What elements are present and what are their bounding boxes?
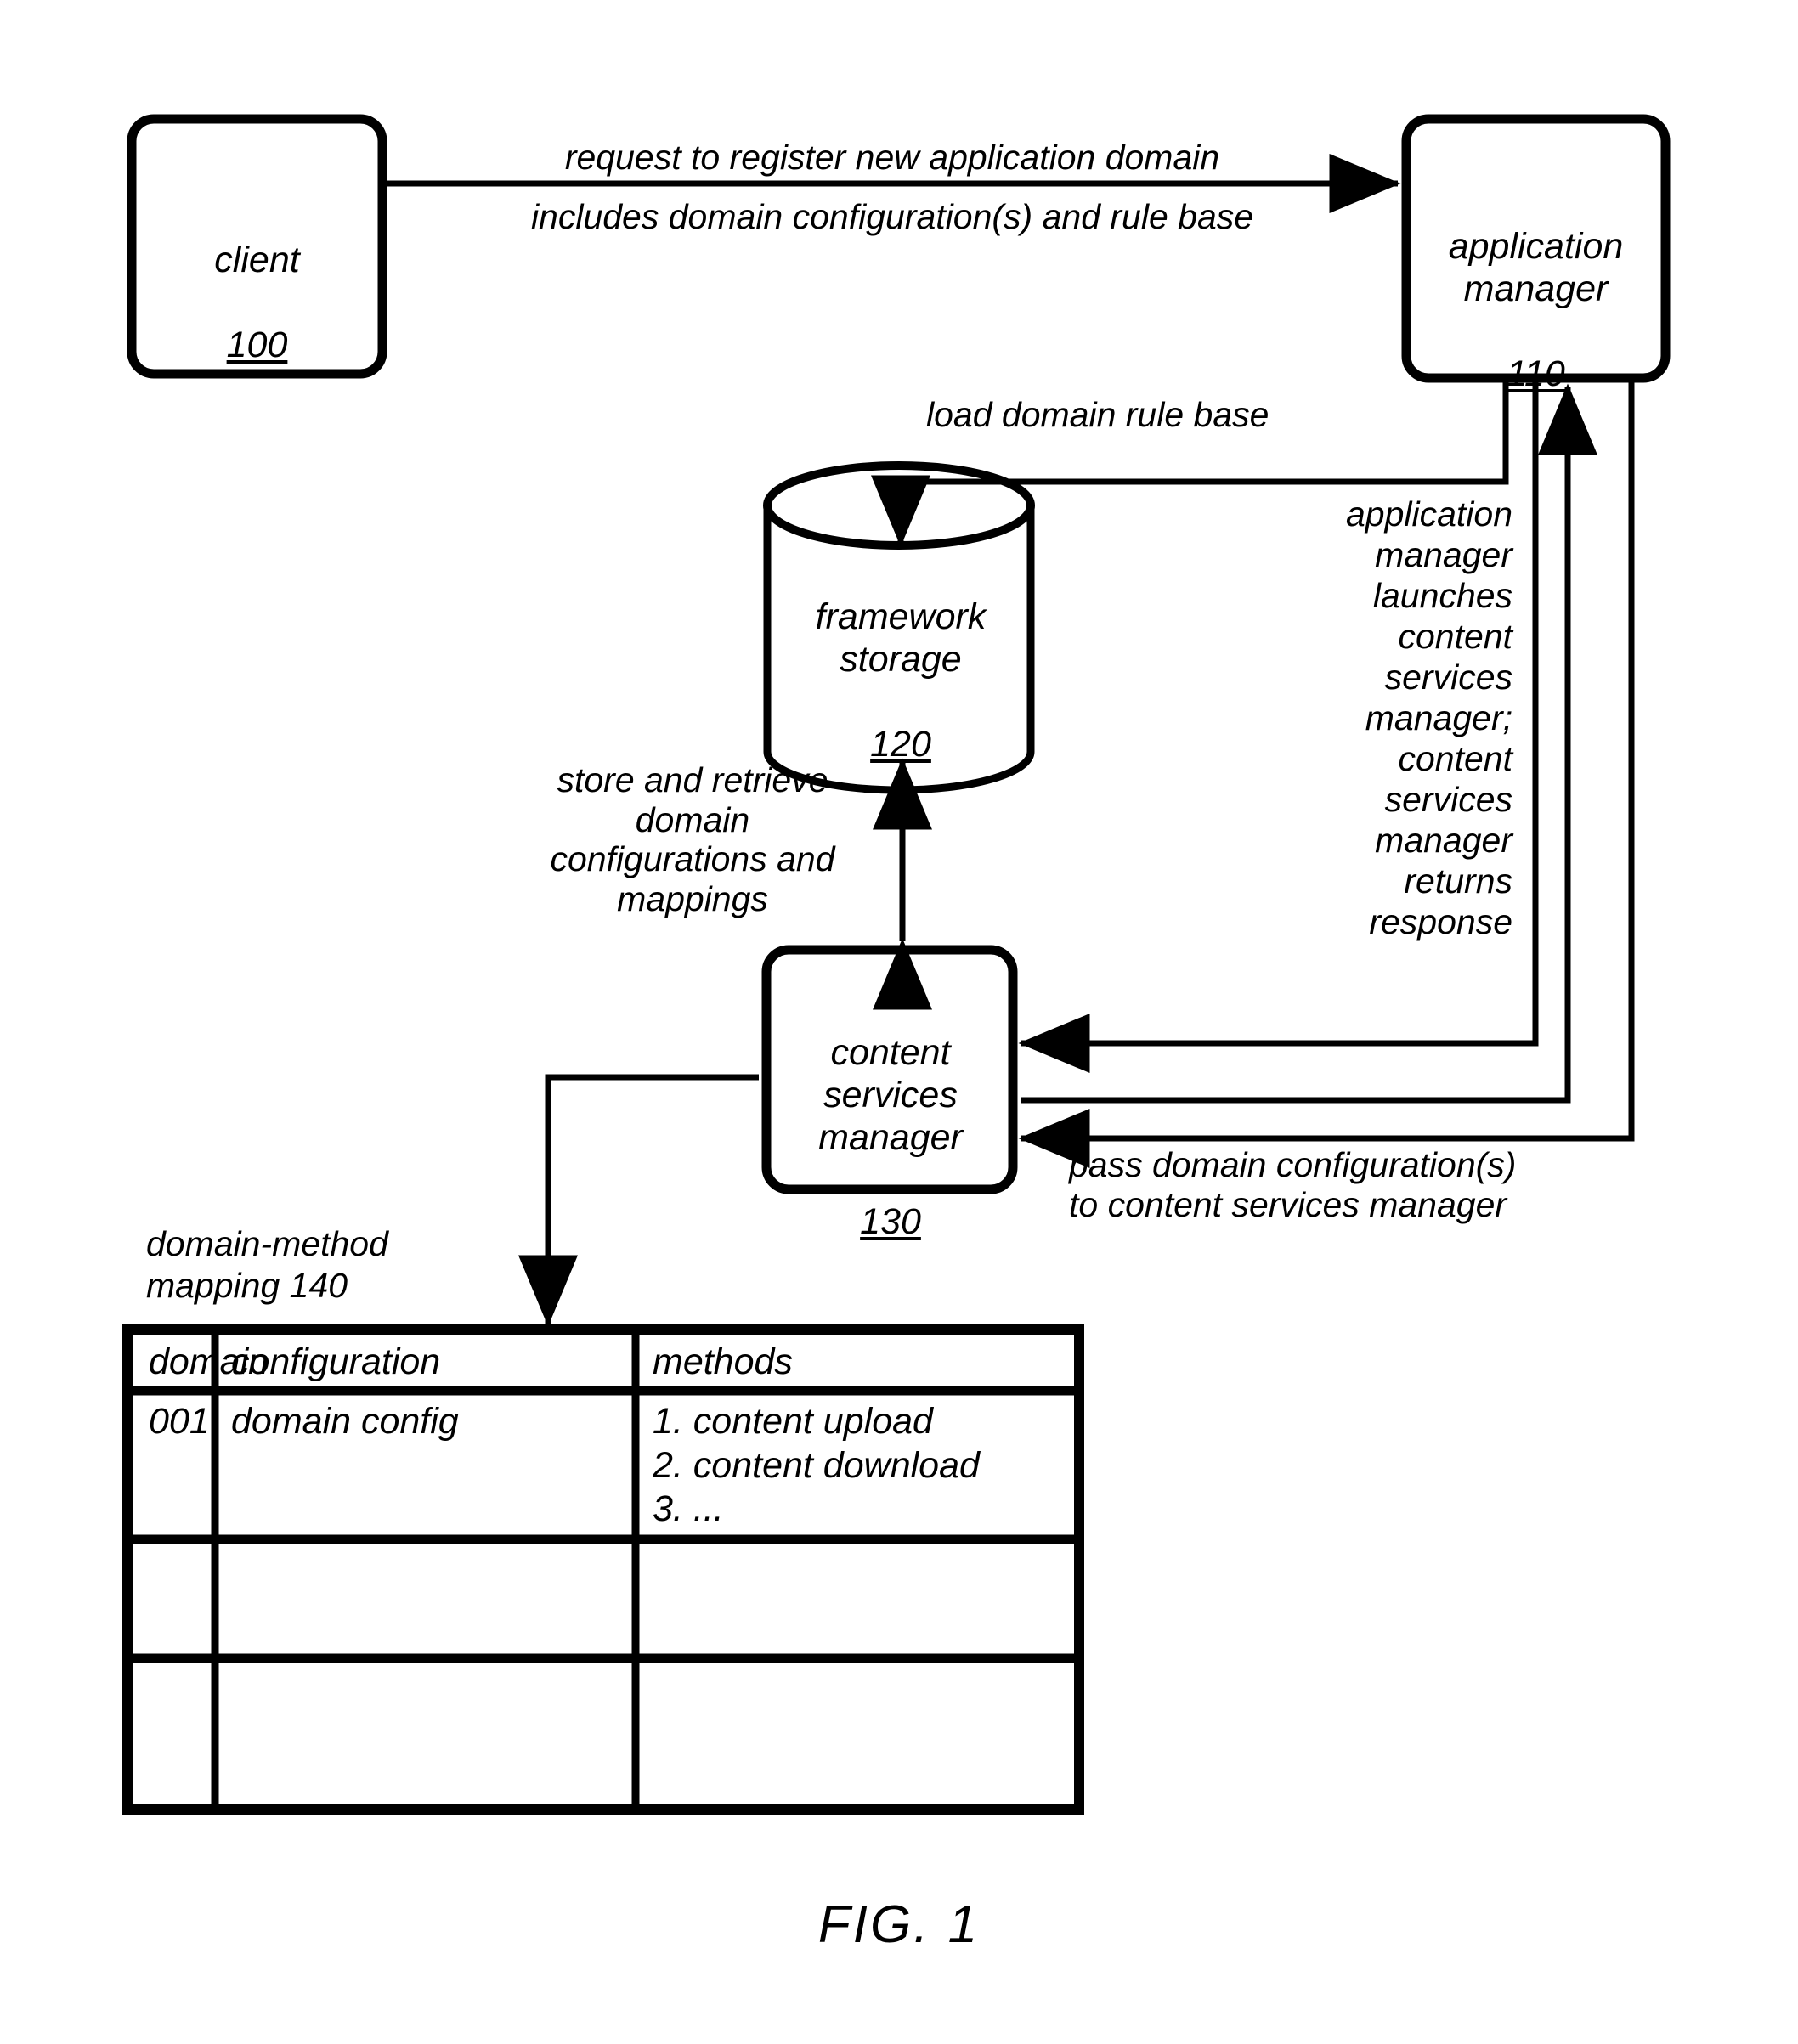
table-cell-methods: 1. content upload 2. content download 3.… — [653, 1401, 980, 1530]
client-label: client 100 — [149, 197, 365, 367]
edge-label-store-retrieve: store and retrieve domain configurations… — [550, 760, 835, 919]
application-manager-label: application manager 110 — [1415, 184, 1657, 395]
table-header-methods: methods — [653, 1341, 793, 1382]
client-title: client — [214, 239, 300, 280]
table-cell-domain: 001 — [149, 1401, 210, 1442]
edge-label-request-line1: request to register new application doma… — [564, 138, 1220, 177]
framework-storage-title: framework storage — [815, 596, 987, 680]
edge-label-launch-and-response: application manager launches content ser… — [1345, 494, 1512, 941]
table-cell-configuration: domain config — [231, 1401, 459, 1442]
edge-label-request-line2: includes domain configuration(s) and rul… — [530, 197, 1254, 236]
content-services-manager-label: content services manager 130 — [775, 990, 1006, 1244]
framework-storage-label: framework storage 120 — [773, 554, 1028, 765]
table-header-domain: domain — [149, 1341, 269, 1385]
table-header-configuration: configuration — [231, 1341, 441, 1382]
client-ref: 100 — [226, 324, 288, 365]
table-caption: domain-method mapping 140 — [146, 1224, 388, 1306]
figure-caption: FIG. 1 — [817, 1895, 981, 1954]
application-manager-title: application manager — [1448, 225, 1624, 309]
framework-storage-ref: 120 — [870, 723, 931, 765]
patent-figure-1: client 100 application manager 110 frame… — [0, 0, 1798, 2044]
edge-label-pass-domain-config: pass domain configuration(s) to content … — [1069, 1145, 1517, 1224]
edge-label-load-rule-base: load domain rule base — [926, 395, 1269, 434]
content-services-manager-ref: 130 — [860, 1201, 921, 1243]
content-services-manager-title: content services manager — [818, 1031, 963, 1158]
application-manager-ref: 110 — [1507, 353, 1565, 394]
